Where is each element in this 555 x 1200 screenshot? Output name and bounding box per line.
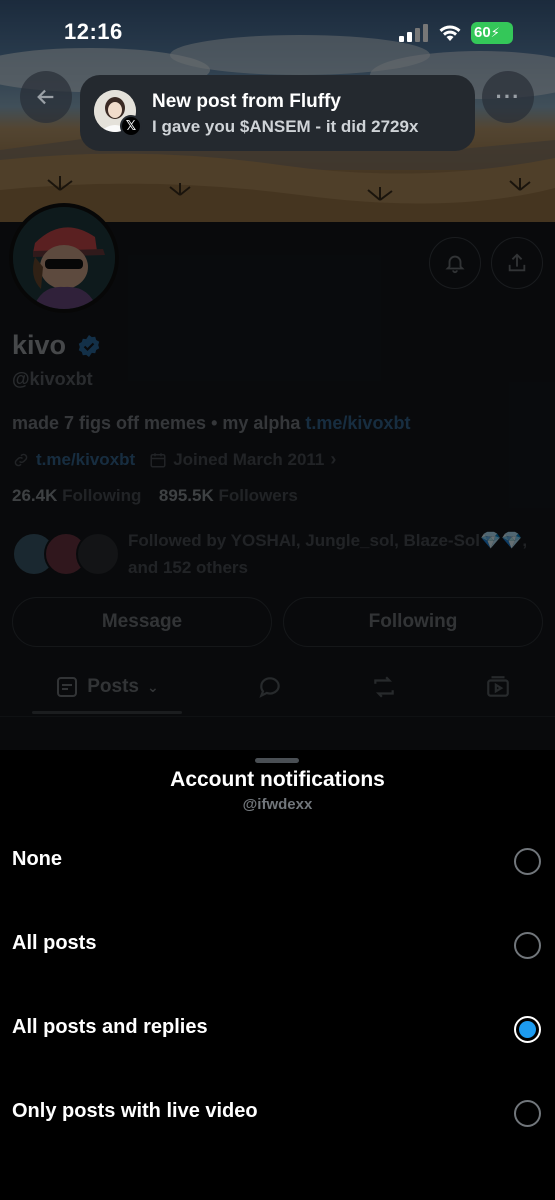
mutual-followers-avatars[interactable] [12,532,122,576]
back-button[interactable] [20,71,72,123]
reposts-icon [374,676,394,698]
website-link[interactable]: t.me/kivoxbt [36,450,135,470]
account-notifications-sheet: Account notifications @ifwdexx None All … [0,750,555,1200]
profile-avatar[interactable] [9,203,119,313]
profile-handle: @kivoxbt [12,369,93,389]
radio-button[interactable] [514,1100,541,1127]
following-count[interactable]: 26.4K [12,486,57,505]
profile-name: kivo [12,330,67,360]
bio-text: made 7 figs off memes • my alpha [12,413,306,433]
tab-posts[interactable]: Posts ⌄ [32,662,182,712]
link-icon [14,453,28,466]
tab-replies[interactable] [240,662,300,712]
status-bar: 12:16 60⚡ [0,0,555,64]
tab-underline [32,711,182,714]
status-time: 12:16 [64,19,123,44]
option-all-posts[interactable]: All posts [0,914,555,978]
chevron-down-icon: ⌄ [147,678,159,695]
more-options-button[interactable]: ··· [482,71,534,123]
bio-link[interactable]: t.me/kivoxbt [305,413,410,433]
tab-posts-label: Posts [87,676,139,697]
option-none[interactable]: None [0,830,555,894]
cellular-signal-icon [399,24,428,42]
more-icon: ··· [495,84,521,109]
divider [0,716,555,717]
profile-bio: made 7 figs off memes • my alpha t.me/ki… [12,413,410,434]
media-icon [487,676,509,697]
profile-meta: t.me/kivoxbt Joined March 2011 › [12,449,336,470]
notification-title: New post from Fluffy [152,91,341,112]
radio-button[interactable] [514,848,541,875]
tab-reposts[interactable] [354,662,414,712]
tab-media[interactable] [468,662,528,712]
battery-indicator: 60⚡ [471,22,513,44]
option-label: All posts [12,932,97,954]
option-label: All posts and replies [12,1016,208,1038]
message-button[interactable]: Message [12,597,272,647]
calendar-icon [150,452,166,467]
follow-stats: 26.4K Following 895.5K Followers [12,486,298,506]
chevron-right-icon[interactable]: › [330,449,336,470]
replies-icon [259,677,280,698]
option-label: None [12,848,62,870]
bell-icon [445,255,465,274]
back-arrow-icon [37,89,54,105]
option-label: Only posts with live video [12,1100,258,1122]
joined-date: Joined March 2011 [173,449,325,469]
radio-button[interactable] [514,932,541,959]
option-all-posts-and-replies[interactable]: All posts and replies [0,998,555,1062]
share-button[interactable] [491,237,543,289]
wifi-icon [439,25,461,41]
x-logo-icon: 𝕏 [120,115,142,137]
following-label[interactable]: Following [62,486,141,505]
radio-button[interactable] [514,1016,541,1043]
profile-tabs: Posts ⌄ [0,662,555,714]
sheet-grabber[interactable] [255,758,299,763]
followers-count[interactable]: 895.5K [159,486,214,505]
option-live-video[interactable]: Only posts with live video [0,1082,555,1146]
push-notification[interactable]: 𝕏 New post from Fluffy I gave you $ANSEM… [80,75,475,151]
charging-bolt-icon: ⚡ [490,25,500,40]
sheet-title: Account notifications [170,768,385,791]
notification-bell-button[interactable] [429,237,481,289]
verified-badge-icon [78,335,100,357]
sheet-subtitle: @ifwdexx [242,796,313,813]
mutual-avatar [76,532,120,576]
posts-icon [57,677,78,697]
followers-label[interactable]: Followers [218,486,297,505]
notification-body: I gave you $ANSEM - it did 2729x [152,117,419,136]
following-button[interactable]: Following [283,597,543,647]
followed-by-text[interactable]: Followed by YOSHAI, Jungle_sol, Blaze-So… [128,527,538,581]
battery-percent: 60 [474,24,491,41]
share-icon [508,253,526,272]
